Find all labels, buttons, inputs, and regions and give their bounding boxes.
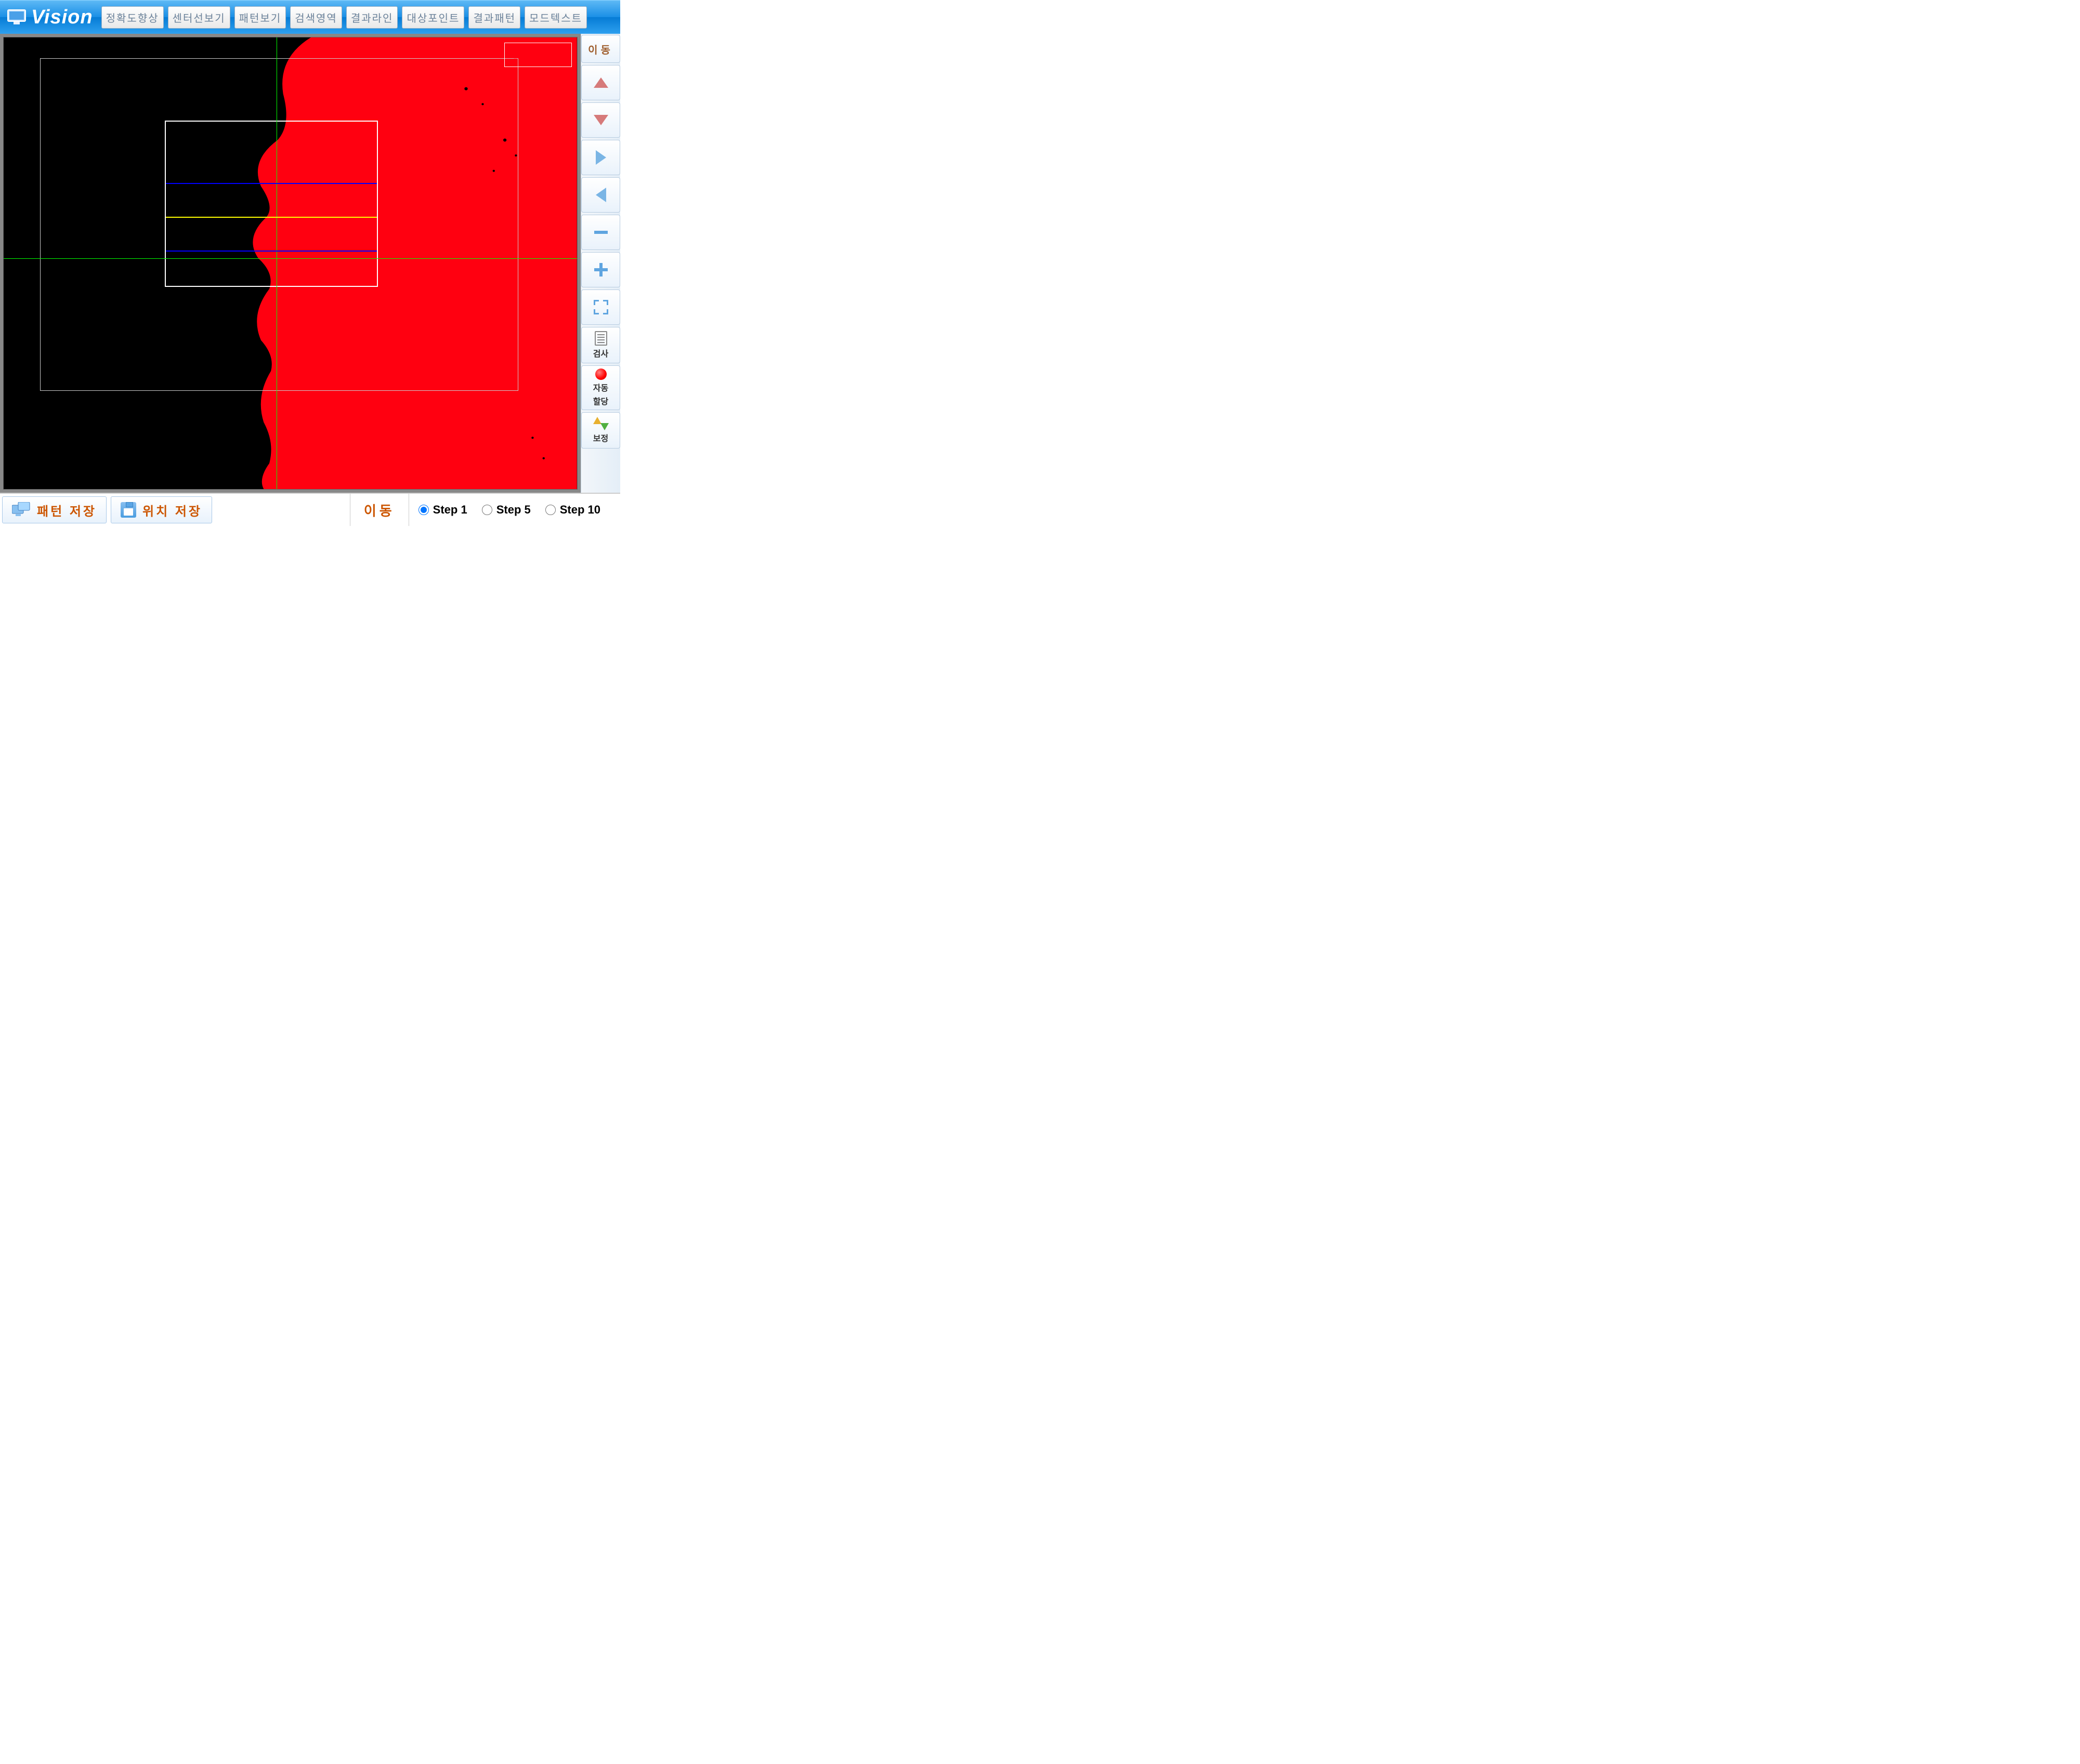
fit-screen-button[interactable]	[581, 289, 620, 325]
document-icon	[595, 331, 607, 346]
step-5-radio[interactable]: Step 5	[482, 503, 531, 517]
auto-assign-button[interactable]: 자동 할당	[581, 365, 620, 410]
pattern-view-button[interactable]: 패턴보기	[234, 6, 286, 29]
step-10-label: Step 10	[560, 503, 600, 517]
move-up-button[interactable]	[581, 65, 620, 100]
monitor-icon	[7, 9, 26, 25]
inspect-button[interactable]: 검사	[581, 327, 620, 363]
crosshair-horizontal	[4, 258, 577, 259]
save-pattern-button[interactable]: 패턴 저장	[2, 496, 107, 523]
save-pattern-label: 패턴 저장	[37, 501, 97, 519]
move-label: 이동	[588, 42, 613, 57]
step-1-radio[interactable]: Step 1	[418, 503, 467, 517]
step-10-input[interactable]	[545, 505, 556, 515]
floppy-icon	[121, 502, 136, 518]
step-radio-group: Step 1 Step 5 Step 10	[409, 494, 620, 526]
arrow-right-icon	[596, 150, 606, 165]
app-title: Vision	[31, 6, 93, 29]
vision-canvas[interactable]: 패턴설정	[3, 37, 578, 490]
result-line-button[interactable]: 결과라인	[346, 6, 398, 29]
step-10-radio[interactable]: Step 10	[545, 503, 600, 517]
move-mode-button[interactable]: 이동	[581, 35, 620, 63]
save-position-button[interactable]: 위치 저장	[111, 496, 212, 523]
mode-indicator: 이동	[350, 494, 409, 526]
step-5-input[interactable]	[482, 505, 492, 515]
arrow-up-icon	[594, 77, 608, 88]
bottom-bar: 패턴 저장 위치 저장 이동 Step 1 Step 5 Step 10	[0, 493, 620, 526]
mode-text-button[interactable]: 모드텍스트	[525, 6, 587, 29]
zoom-out-button[interactable]	[581, 215, 620, 250]
result-line-lower	[166, 251, 377, 252]
target-point-button[interactable]: 대상포인트	[402, 6, 464, 29]
auto-label-1: 자동	[593, 381, 608, 393]
zoom-in-button[interactable]	[581, 252, 620, 287]
pattern-rect[interactable]	[165, 121, 378, 287]
move-down-button[interactable]	[581, 102, 620, 138]
step-5-label: Step 5	[496, 503, 531, 517]
result-pattern-button[interactable]: 결과패턴	[468, 6, 520, 29]
move-right-button[interactable]	[581, 140, 620, 175]
center-line-view-button[interactable]: 센터선보기	[168, 6, 230, 29]
save-position-label: 위치 저장	[142, 501, 202, 519]
step-1-label: Step 1	[433, 503, 467, 517]
auto-label-2: 할당	[593, 394, 608, 407]
right-sidebar: 이동 검사 자동 할당 보정	[581, 34, 620, 493]
swap-icon	[593, 417, 609, 430]
accuracy-enhance-button[interactable]: 정확도향상	[101, 6, 164, 29]
correction-button[interactable]: 보정	[581, 412, 620, 449]
minus-icon	[594, 231, 608, 234]
record-icon	[595, 368, 607, 380]
app-title-box: Vision	[3, 6, 97, 29]
expand-icon	[594, 300, 608, 314]
result-line-upper	[166, 183, 377, 184]
arrow-down-icon	[594, 115, 608, 125]
computers-icon	[12, 502, 31, 518]
arrow-left-icon	[596, 188, 606, 202]
plus-icon	[594, 263, 608, 277]
canvas-area: 패턴설정	[0, 34, 581, 493]
pattern-setting-label: 패턴설정	[504, 43, 572, 67]
top-toolbar: Vision 정확도향상 센터선보기 패턴보기 검색영역 결과라인 대상포인트 …	[0, 0, 620, 34]
search-area-button[interactable]: 검색영역	[290, 6, 342, 29]
correction-label: 보정	[593, 431, 608, 444]
move-left-button[interactable]	[581, 177, 620, 213]
step-1-input[interactable]	[418, 505, 429, 515]
inspect-label: 검사	[593, 347, 608, 359]
result-line-center	[166, 217, 377, 218]
